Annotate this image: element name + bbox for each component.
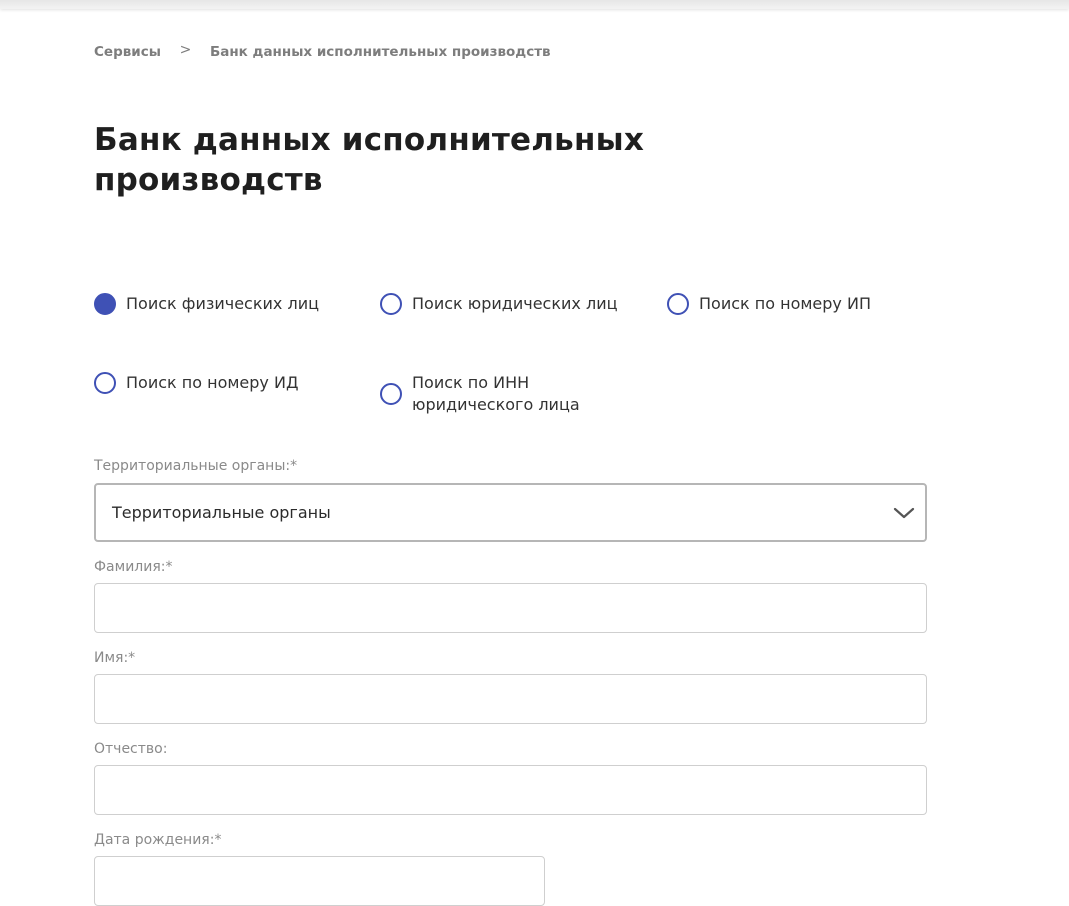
page-title: Банк данных исполнительных производств (94, 122, 645, 198)
radio-id-number[interactable]: Поиск по номеру ИД (94, 372, 298, 394)
radio-label: Поиск по номеру ИП (699, 294, 871, 313)
top-bar (0, 0, 1069, 9)
radio-circle[interactable] (94, 372, 116, 394)
patronymic-label: Отчество: (94, 741, 168, 757)
radio-label: Поиск по ИНН юридического лица (412, 373, 580, 414)
radio-individuals[interactable]: Поиск физических лиц (94, 293, 319, 315)
territorial-select[interactable]: Территориальные органы (94, 483, 927, 542)
breadcrumb-link-services[interactable]: Сервисы (94, 44, 161, 60)
surname-input[interactable] (94, 583, 927, 633)
radio-label: Поиск юридических лиц (412, 294, 618, 313)
radio-legal-entities[interactable]: Поиск юридических лиц (380, 293, 617, 315)
breadcrumb-current: Банк данных исполнительных производств (209, 44, 551, 60)
territorial-label: Территориальные органы:* (94, 458, 298, 474)
radio-label: Поиск физических лиц (126, 294, 319, 313)
name-input[interactable] (94, 674, 927, 724)
patronymic-input[interactable] (94, 765, 927, 815)
radio-label: Поиск по номеру ИД (126, 373, 299, 392)
territorial-select-value: Территориальные органы (112, 503, 331, 522)
birthdate-input[interactable] (94, 856, 545, 906)
name-label: Имя:* (94, 650, 136, 666)
radio-ip-number[interactable]: Поиск по номеру ИП (667, 293, 871, 315)
chevron-right-icon: > (179, 42, 192, 58)
radio-circle[interactable] (667, 293, 689, 315)
chevron-down-icon (893, 507, 915, 519)
radio-circle[interactable] (380, 383, 402, 405)
radio-legal-inn[interactable]: Поиск по ИНН юридического лица (380, 372, 580, 416)
breadcrumb: Сервисы > Банк данных исполнительных про… (94, 42, 551, 60)
radio-circle-checked[interactable] (94, 293, 116, 315)
birthdate-label: Дата рождения:* (94, 832, 222, 848)
radio-circle[interactable] (380, 293, 402, 315)
surname-label: Фамилия:* (94, 559, 173, 575)
